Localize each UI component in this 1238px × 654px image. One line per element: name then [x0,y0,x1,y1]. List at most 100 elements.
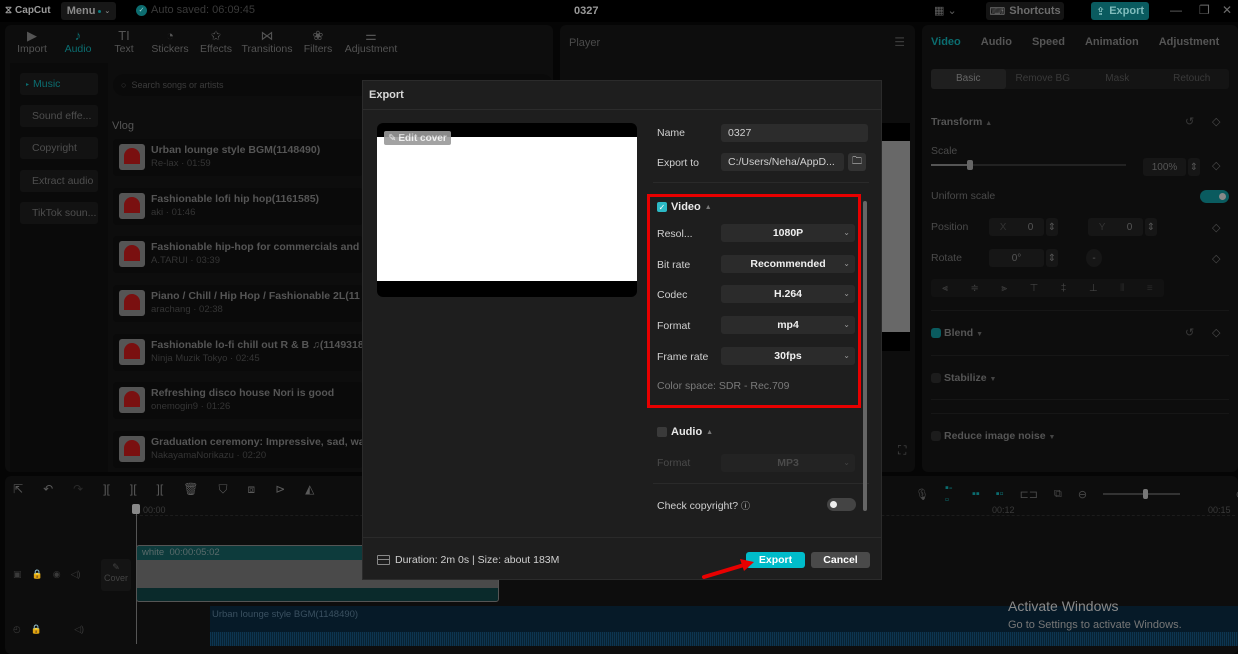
mirror-icon[interactable]: ◭ [305,482,314,497]
subtab-retouch[interactable]: Retouch [1155,69,1230,89]
align-middle-v-icon[interactable]: ‡ [1061,283,1067,294]
split-icon[interactable]: ][ [103,482,110,497]
undo-icon[interactable]: ↶ [43,482,53,497]
select-tool-icon[interactable]: ⇱ [13,482,23,497]
tab-filters[interactable]: ❀ Filters [295,25,341,61]
align-bottom-icon[interactable]: ⊥ [1089,283,1098,294]
lock-icon[interactable]: 🔒 [32,569,43,580]
sidebar-item-tiktok-sounds[interactable]: TikTok soun... [20,202,98,224]
split-right-icon[interactable]: ][ [157,482,164,497]
minimize-icon[interactable]: — [1170,3,1182,17]
position-x-stepper[interactable]: ⇕ [1046,218,1058,236]
microphone-icon[interactable]: 🎙 [915,488,929,501]
restore-icon[interactable]: ❐ [1199,3,1210,17]
align-left-icon[interactable]: ⫷ [942,283,948,294]
music-list-item[interactable]: Fashionable lo-fi chill out R & B ♫(1149… [113,334,364,371]
stabilize-checkbox[interactable] [931,373,941,384]
sidebar-item-extract-audio[interactable]: Extract audio [20,170,98,192]
zoom-out-icon[interactable]: ⊖ [1078,488,1087,501]
blend-section[interactable]: Blend ▼ [931,327,983,339]
tab-text[interactable]: TI Text [101,25,147,61]
edit-cover-button[interactable]: ✎ Edit cover [384,131,451,145]
cancel-button[interactable]: Cancel [811,552,870,568]
dialog-scrollbar[interactable] [863,201,867,511]
mute-icon[interactable]: ◁) [71,569,81,580]
delete-icon[interactable]: 🗑 [183,482,198,497]
subtab-basic[interactable]: Basic [931,69,1006,89]
split-left-icon[interactable]: ][ [130,482,137,497]
cover-button[interactable]: ✎ Cover [101,559,131,591]
align-right-icon[interactable]: ⫸ [1001,283,1007,294]
shortcuts-button[interactable]: ⌨ Shortcuts [986,2,1064,20]
tab-transitions[interactable]: ⋈ Transitions [239,25,295,61]
sidebar-item-copyright[interactable]: Copyright [20,137,98,159]
align-top-icon[interactable]: ⊤ [1030,283,1039,294]
sidebar-item-sound-effects[interactable]: Sound effe... [20,105,98,127]
playhead[interactable] [132,504,140,644]
distribute-v-icon[interactable]: ≡ [1147,283,1153,294]
help-icon[interactable]: ⓘ [741,501,750,511]
mask-shield-icon[interactable]: ⛉ [218,482,227,497]
reset-icon[interactable]: ↺ [1185,326,1194,339]
tab-audio[interactable]: ♪ Audio [55,25,101,61]
reduce-noise-section[interactable]: Reduce image noise ▼ [931,430,1055,442]
preview-axis-icon[interactable]: ⧉ [1054,488,1062,501]
scale-stepper[interactable]: ⇕ [1188,158,1200,176]
top-export-button[interactable]: ⇪ Export [1091,2,1149,20]
props-tab-animation[interactable]: Animation [1085,36,1139,48]
blend-checkbox[interactable] [931,328,941,339]
keyframe-icon[interactable]: ◇ [1212,159,1220,172]
keyframe-icon[interactable]: ◇ [1212,221,1220,234]
keyframe-icon[interactable]: ◇ [1212,326,1220,339]
redo-icon[interactable]: ↷ [73,482,83,497]
scale-slider[interactable] [931,160,1126,170]
folder-icon[interactable]: 🗀 [848,153,866,171]
props-tab-audio[interactable]: Audio [981,36,1012,48]
stabilize-section[interactable]: Stabilize ▼ [931,372,996,384]
close-icon[interactable]: ✕ [1222,3,1232,17]
menu-button[interactable]: Menu ⌄ [61,2,116,20]
tab-import[interactable]: ▶ Import [9,25,55,61]
tab-stickers[interactable]: ◔ Stickers [147,25,193,61]
fullscreen-icon[interactable]: ⛶ [898,443,906,458]
rotate-dial[interactable]: - [1086,249,1102,267]
music-list-item[interactable]: Piano / Chill / Hip Hop / Fashionable 2L… [113,285,363,322]
magnet-snap-icon[interactable]: ▪▪ [972,488,980,500]
sidebar-item-music[interactable]: ▸ Music [20,73,98,95]
music-list-item[interactable]: Graduation ceremony: Impressive, sad, wa… [113,431,369,468]
music-list-item[interactable]: Urban lounge style BGM(1148490) Re-lax · … [113,139,363,176]
link-clips-icon[interactable]: ▪▫ [996,488,1004,500]
eye-icon[interactable]: ◉ [53,569,61,580]
export-path-input[interactable] [721,153,844,171]
mute-icon[interactable]: ◁) [74,624,84,635]
music-list-item[interactable]: Fashionable lofi hip hop(1161585) aki · 0… [113,188,363,225]
position-y-stepper[interactable]: ⇕ [1145,218,1157,236]
check-copyright-toggle[interactable] [827,498,856,511]
rotate-stepper[interactable]: ⇕ [1046,249,1058,267]
props-tab-speed[interactable]: Speed [1032,36,1065,48]
audio-format-select[interactable]: MP3 ⌄ [721,454,855,472]
uniform-scale-toggle[interactable] [1200,190,1229,203]
music-list-item[interactable]: Fashionable hip-hop for commercials and … [113,236,368,273]
link-main-track-icon[interactable]: ▪-▫ [945,482,956,506]
subtab-remove-bg[interactable]: Remove BG [1006,69,1081,89]
subtab-mask[interactable]: Mask [1080,69,1155,89]
tab-effects[interactable]: ✩ Effects [193,25,239,61]
position-y-input[interactable]: Y0 [1088,218,1143,236]
audio-section-header[interactable]: Audio ▲ [657,426,713,438]
transform-heading[interactable]: Transform ▲ [931,116,992,128]
audio-checkbox[interactable] [657,427,667,437]
align-center-h-icon[interactable]: ≑ [970,283,978,294]
rotate-input[interactable]: 0° [989,249,1044,267]
hamburger-menu-icon[interactable]: ☰ [894,35,905,49]
music-list-item[interactable]: Refreshing disco house Nori is good onemo… [113,382,363,419]
keyframe-icon[interactable]: ◇ [1212,115,1220,128]
distribute-h-icon[interactable]: ⫴ [1120,283,1124,294]
props-tab-adjustment[interactable]: Adjustment [1159,36,1220,48]
freeze-icon[interactable]: ⧈ [247,482,255,497]
reverse-play-icon[interactable]: ⊳ [275,482,285,497]
scale-input[interactable]: 100% [1143,158,1186,176]
lock-icon[interactable]: 🔒 [31,624,42,635]
reset-icon[interactable]: ↺ [1185,115,1194,128]
split-view-icon[interactable]: ⊏⊐ [1020,488,1038,501]
